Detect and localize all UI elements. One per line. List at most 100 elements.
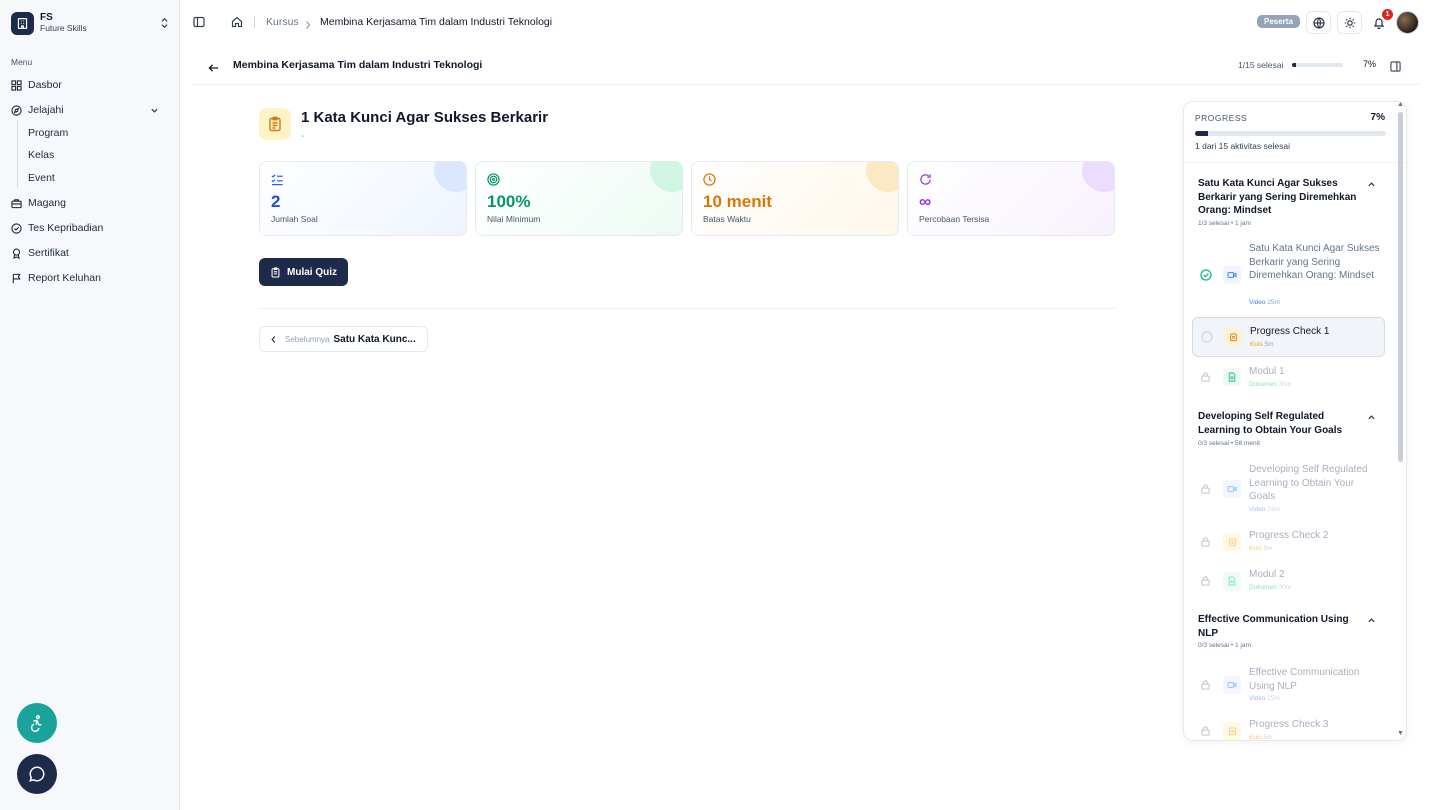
lock-icon xyxy=(1201,726,1210,736)
target-icon xyxy=(487,173,500,186)
building-icon xyxy=(11,11,34,35)
notification-count: 1 xyxy=(1382,9,1393,20)
quiz-icon xyxy=(1224,328,1242,346)
lesson-item-active[interactable]: Progress Check 1 Kuis 5m xyxy=(1192,317,1385,357)
lesson-type: Video xyxy=(1249,299,1266,306)
scroll-up-arrow[interactable]: ▲ xyxy=(1397,101,1404,108)
breadcrumb-divider xyxy=(254,16,255,28)
lesson-item[interactable]: Satu Kata Kunci Agar Sukses Berkarir yan… xyxy=(1192,239,1385,311)
stat-card-min-score: 100% Nilai Minimum xyxy=(475,161,683,236)
lock-icon xyxy=(1201,576,1210,586)
lesson-item-locked[interactable]: Effective Communication Using NLP Video … xyxy=(1192,665,1385,705)
lesson-title: Progress Check 3 xyxy=(1249,719,1329,730)
sidebar-subitem-event[interactable]: Event xyxy=(28,172,55,184)
lesson-item-locked[interactable]: Modul 2 Dokumen 30m xyxy=(1192,566,1385,596)
back-arrow-icon[interactable] xyxy=(208,60,219,78)
chat-button[interactable] xyxy=(17,754,57,794)
sidebar-item-tes-kepribadian[interactable]: Tes Kepribadian xyxy=(11,219,169,237)
sidebar-item-label: Tes Kepribadian xyxy=(28,222,104,234)
section-title[interactable]: Effective Communication Using NLP xyxy=(1198,613,1358,640)
chevron-up-icon[interactable] xyxy=(1367,413,1376,422)
language-button[interactable] xyxy=(1306,11,1331,34)
lesson-item-locked[interactable]: Developing Self Regulated Learning to Ob… xyxy=(1192,462,1385,517)
sidebar-item-report-keluhan[interactable]: Report Keluhan xyxy=(11,269,169,287)
chevron-left-icon xyxy=(271,335,276,343)
stat-label: Batas Waktu xyxy=(703,214,751,224)
sidebar-item-label: Jelajahi xyxy=(28,104,64,116)
list-check-icon xyxy=(271,174,283,186)
chevron-up-icon[interactable] xyxy=(1367,180,1376,189)
sidebar-item-sertifikat[interactable]: Sertifikat xyxy=(11,244,169,262)
previous-title: Satu Kata Kunc... xyxy=(333,333,416,345)
empty-circle-icon xyxy=(1201,331,1213,343)
accessibility-button[interactable] xyxy=(17,703,57,743)
section-title[interactable]: Satu Kata Kunci Agar Sukses Berkarir yan… xyxy=(1198,177,1358,218)
video-icon xyxy=(1223,266,1241,284)
panel-scrollbar[interactable] xyxy=(1398,112,1403,462)
lesson-type: Kuis xyxy=(1250,341,1263,348)
course-title: Membina Kerjasama Tim dalam Industri Tek… xyxy=(233,59,483,71)
stat-label: Jumlah Soal xyxy=(271,214,318,224)
lesson-item-locked[interactable]: Modul 1 Dokumen 30m xyxy=(1192,361,1385,393)
stat-value: ∞ xyxy=(919,192,932,211)
panel-progress-sub: 1 dari 15 aktivitas selesai xyxy=(1195,141,1290,151)
home-icon[interactable] xyxy=(231,15,243,33)
clipboard-icon xyxy=(271,266,280,277)
stat-label: Percobaan Tersisa xyxy=(919,214,990,224)
topbar: Kursus Membina Kerjasama Tim dalam Indus… xyxy=(181,0,1440,44)
scroll-down-arrow[interactable]: ▼ xyxy=(1397,730,1404,737)
breadcrumb-current: Membina Kerjasama Tim dalam Industri Tek… xyxy=(320,16,553,28)
clipboard-icon xyxy=(259,108,291,140)
quiz-subtitle: - xyxy=(301,131,305,142)
chat-icon xyxy=(29,766,45,782)
check-circle-icon xyxy=(11,222,22,234)
lesson-item-locked[interactable]: Progress Check 3 Kuis 5m xyxy=(1192,716,1385,741)
quiz-icon xyxy=(1223,533,1241,551)
chevron-down-icon xyxy=(151,108,158,113)
sidebar-item-magang[interactable]: Magang xyxy=(11,194,169,212)
document-icon xyxy=(1223,572,1241,590)
chevron-up-icon[interactable] xyxy=(1367,616,1376,625)
course-progress-text: 1/15 selesai xyxy=(1238,60,1284,70)
theme-toggle-button[interactable] xyxy=(1337,11,1362,34)
lock-icon xyxy=(1201,537,1210,547)
lesson-type: Video xyxy=(1249,695,1266,702)
menu-title: Menu xyxy=(11,57,33,67)
award-icon xyxy=(12,248,21,259)
avatar[interactable] xyxy=(1396,11,1419,34)
role-badge: Peserta xyxy=(1257,15,1300,28)
course-outline-panel: PROGRESS 7% 1 dari 15 aktivitas selesai … xyxy=(1183,101,1407,741)
sidebar-item-dasbor[interactable]: Dasbor xyxy=(11,76,169,94)
sidebar-item-jelajahi[interactable]: Jelajahi xyxy=(11,101,169,119)
content-divider xyxy=(259,308,1116,309)
brand-switcher[interactable]: FS Future Skills xyxy=(11,10,171,36)
previous-label: Sebelumnya xyxy=(285,334,330,344)
previous-lesson-button[interactable]: Sebelumnya Satu Kata Kunc... xyxy=(259,326,428,352)
panel-progress-percent: 7% xyxy=(1370,112,1385,123)
breadcrumb-kursus[interactable]: Kursus xyxy=(266,16,299,28)
course-progress-percent: 7% xyxy=(1363,59,1377,69)
stat-card-questions: 2 Jumlah Soal xyxy=(259,161,467,236)
lesson-duration: 23m xyxy=(1267,506,1280,513)
stat-value: 2 xyxy=(271,192,281,211)
check-circle-icon xyxy=(1200,269,1212,281)
lesson-duration: 5m xyxy=(1264,341,1274,348)
sidebar-item-label: Report Keluhan xyxy=(28,272,101,284)
stat-value: 100% xyxy=(487,192,531,211)
start-quiz-button[interactable]: Mulai Quiz xyxy=(259,258,348,286)
lesson-duration: 5m xyxy=(1263,734,1273,741)
lesson-title: Progress Check 2 xyxy=(1249,530,1329,541)
sun-icon xyxy=(1344,17,1355,28)
sidebar-subitem-program[interactable]: Program xyxy=(28,127,68,139)
chevron-right-icon xyxy=(304,17,312,35)
sidebar-toggle-icon[interactable] xyxy=(193,15,205,33)
video-icon xyxy=(1223,480,1241,498)
section-meta: 0/3 selesai • 58 menit xyxy=(1198,440,1260,447)
lesson-duration: 30m xyxy=(1278,584,1292,591)
sidebar-subitem-kelas[interactable]: Kelas xyxy=(28,149,54,161)
lesson-type: Video xyxy=(1249,506,1266,513)
panel-toggle-icon[interactable] xyxy=(1390,59,1401,77)
section-title[interactable]: Developing Self Regulated Learning to Ob… xyxy=(1198,410,1358,437)
lesson-type: Dokumen xyxy=(1249,381,1277,388)
lesson-item-locked[interactable]: Progress Check 2 Kuis 5m xyxy=(1192,527,1385,557)
